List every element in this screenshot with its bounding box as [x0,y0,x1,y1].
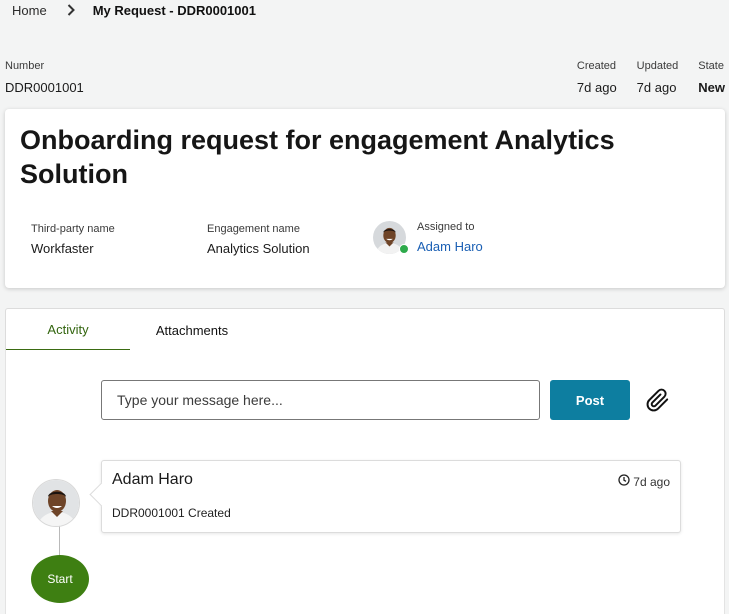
updated-meta: Updated 7d ago [637,60,679,96]
request-header-card: Onboarding request for engagement Analyt… [5,109,725,288]
paperclip-icon[interactable] [644,386,672,414]
engagement-field: Engagement name Analytics Solution [207,223,310,257]
avatar [373,221,409,254]
breadcrumb-home-link[interactable]: Home [12,3,47,18]
third-party-label: Third-party name [31,223,115,235]
activity-entry: Adam Haro 7d ago DDR0001001 Created [101,460,681,533]
activity-author: Adam Haro [112,471,193,488]
activity-panel: Post Adam Haro 7d ago DDR0001001 Created… [5,350,725,614]
assigned-to-field: Assigned to Adam Haro [373,221,483,255]
timeline-connector [59,525,60,556]
updated-value: 7d ago [636,80,677,95]
clock-icon [618,474,630,489]
activity-message: DDR0001001 Created [112,506,231,520]
page-title: Onboarding request for engagement Analyt… [20,125,615,189]
online-status-indicator [399,244,409,254]
created-value: 7d ago [576,80,617,95]
request-meta: Created 7d ago Updated 7d ago State New [577,60,725,96]
request-number: Number DDR0001001 [5,60,84,96]
timeline-start-node: Start [31,555,89,603]
state-meta: State New [698,60,725,96]
third-party-field: Third-party name Workfaster [31,223,115,257]
state-label: State [698,60,724,72]
number-value: DDR0001001 [5,80,84,95]
avatar [32,479,80,527]
message-input[interactable] [101,380,540,420]
activity-tabs: Activity Attachments [5,308,725,351]
activity-time-text: 7d ago [633,474,670,489]
assigned-label: Assigned to [417,221,475,233]
engagement-label: Engagement name [207,223,300,235]
activity-timestamp: 7d ago [618,474,670,489]
created-label: Created [576,60,617,72]
post-button[interactable]: Post [550,380,630,420]
chevron-right-icon [61,2,81,18]
breadcrumb-current: My Request - DDR0001001 [92,2,256,18]
third-party-value: Workfaster [31,241,94,256]
created-meta: Created 7d ago [577,60,617,96]
updated-label: Updated [636,60,679,72]
breadcrumb: Home My Request - DDR0001001 [12,2,256,18]
user-avatar-image [33,480,79,526]
engagement-value: Analytics Solution [207,241,310,256]
assigned-user-link[interactable]: Adam Haro [417,239,483,255]
tab-attachments[interactable]: Attachments [130,309,254,351]
tab-activity[interactable]: Activity [6,309,130,351]
state-value: New [698,80,725,95]
number-label: Number [5,60,45,72]
